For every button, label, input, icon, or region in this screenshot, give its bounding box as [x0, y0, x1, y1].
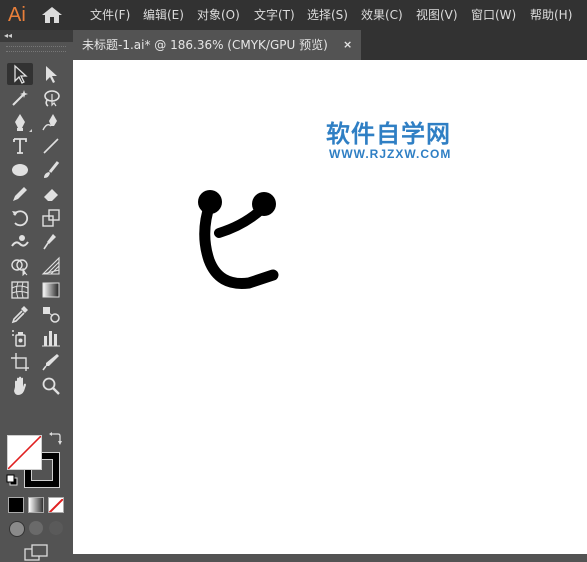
artwork-path[interactable]	[193, 185, 293, 305]
ellipse-tool-icon	[12, 164, 28, 176]
direct-selection-tool-icon	[46, 66, 57, 83]
column-graph-tool[interactable]	[38, 327, 64, 349]
hand-tool[interactable]	[7, 375, 33, 397]
menu-window[interactable]: 窗口(W)	[471, 0, 516, 30]
menu-help[interactable]: 帮助(H)	[530, 0, 572, 30]
scale-tool-icon	[42, 209, 60, 227]
swap-fill-stroke-icon[interactable]	[48, 432, 62, 446]
warp-tool[interactable]	[7, 231, 33, 253]
slice-tool[interactable]	[38, 351, 64, 373]
menu-effect[interactable]: 效果(C)	[361, 0, 403, 30]
document-tab[interactable]: 未标题-1.ai* @ 186.36% (CMYK/GPU 预览) ×	[73, 30, 361, 60]
selection-tool-icon	[14, 64, 28, 84]
draw-normal-button[interactable]	[9, 521, 25, 537]
selection-tool[interactable]	[7, 63, 33, 85]
line-segment-tool[interactable]	[38, 135, 64, 157]
collapse-panel-icon[interactable]: ◂◂	[4, 31, 12, 41]
pen-tool[interactable]	[7, 111, 33, 133]
rotate-tool[interactable]	[7, 207, 33, 229]
perspective-grid-tool-icon	[41, 256, 60, 275]
gradient-mode-button[interactable]	[28, 497, 44, 513]
none-color-icon	[49, 498, 63, 512]
close-tab-icon[interactable]: ×	[343, 30, 352, 60]
type-tool[interactable]	[7, 135, 33, 157]
eyedropper-tool[interactable]	[7, 303, 33, 325]
paintbrush-tool-icon	[44, 161, 60, 178]
curvature-tool-icon	[42, 114, 57, 131]
puppet-warp-tool-icon	[43, 234, 56, 250]
menu-edit[interactable]: 编辑(E)	[143, 0, 184, 30]
draw-inside-button[interactable]	[49, 521, 63, 535]
menu-type[interactable]: 文字(T)	[254, 0, 295, 30]
shape-builder-tool[interactable]	[7, 255, 33, 277]
home-icon[interactable]	[41, 6, 63, 24]
pencil-tool-icon	[13, 187, 27, 201]
color-mode-button[interactable]	[8, 497, 24, 513]
direct-selection-tool[interactable]	[38, 63, 64, 85]
line-segment-tool-icon	[43, 138, 59, 154]
magic-wand-tool-icon	[12, 90, 28, 106]
type-tool-icon	[13, 138, 27, 154]
document-tab-bar: 未标题-1.ai* @ 186.36% (CMYK/GPU 预览) ×	[73, 30, 587, 60]
eraser-tool[interactable]	[38, 183, 64, 205]
curvature-tool[interactable]	[38, 111, 64, 133]
watermark-url: WWW.RJZXW.COM	[329, 147, 452, 161]
menu-bar: Ai 文件(F) 编辑(E) 对象(O) 文字(T) 选择(S) 效果(C) 视…	[0, 0, 587, 30]
eraser-tool-icon	[44, 189, 58, 201]
column-graph-tool-icon	[42, 331, 60, 347]
symbol-sprayer-tool-icon	[12, 330, 26, 347]
none-mode-button[interactable]	[48, 497, 64, 513]
rotate-tool-icon	[12, 210, 29, 227]
artwork-dot-right	[252, 192, 276, 216]
warp-tool-icon	[11, 235, 29, 247]
tool-group-indicator	[29, 129, 32, 132]
artboard-canvas[interactable]: 软件自学网 WWW.RJZXW.COM	[73, 60, 587, 554]
draw-behind-button[interactable]	[29, 521, 43, 535]
fill-swatch[interactable]	[7, 435, 42, 470]
tools-panel: ◂◂	[0, 30, 73, 561]
shape-builder-tool-icon	[11, 259, 28, 276]
mesh-tool[interactable]	[7, 279, 33, 301]
scale-tool[interactable]	[38, 207, 64, 229]
app-logo: Ai	[8, 4, 26, 26]
magic-wand-tool[interactable]	[7, 87, 33, 109]
none-color-icon	[8, 436, 41, 469]
symbol-sprayer-tool[interactable]	[7, 327, 33, 349]
hand-tool-icon	[14, 376, 26, 395]
default-fill-stroke-icon[interactable]	[6, 474, 18, 486]
zoom-tool-icon	[42, 377, 60, 395]
panel-grip[interactable]	[6, 46, 66, 52]
pen-tool-icon	[15, 114, 25, 131]
ellipse-tool[interactable]	[7, 159, 33, 181]
menu-object[interactable]: 对象(O)	[197, 0, 240, 30]
gradient-tool[interactable]	[38, 279, 64, 301]
mesh-tool-icon	[11, 281, 29, 299]
perspective-grid-tool[interactable]	[38, 255, 64, 277]
artboard-tool-icon	[11, 353, 29, 371]
eyedropper-tool-icon	[11, 306, 28, 324]
zoom-tool[interactable]	[38, 375, 64, 397]
screen-mode-icon[interactable]	[24, 544, 48, 562]
lasso-tool-icon	[44, 90, 60, 107]
artboard-tool[interactable]	[7, 351, 33, 373]
paintbrush-tool[interactable]	[38, 159, 64, 181]
menu-file[interactable]: 文件(F)	[90, 0, 130, 30]
puppet-warp-tool[interactable]	[38, 231, 64, 253]
slice-tool-icon	[42, 354, 59, 371]
gradient-tool-icon	[42, 282, 60, 298]
menu-select[interactable]: 选择(S)	[307, 0, 348, 30]
artwork-dot-left	[198, 190, 222, 214]
watermark-title: 软件自学网	[326, 120, 451, 148]
blend-tool-icon	[43, 307, 60, 323]
pencil-tool[interactable]	[7, 183, 33, 205]
lasso-tool[interactable]	[38, 87, 64, 109]
tools-panel-header: ◂◂	[0, 30, 73, 42]
document-tab-label: 未标题-1.ai* @ 186.36% (CMYK/GPU 预览)	[82, 38, 328, 52]
menu-view[interactable]: 视图(V)	[416, 0, 458, 30]
blend-tool[interactable]	[38, 303, 64, 325]
